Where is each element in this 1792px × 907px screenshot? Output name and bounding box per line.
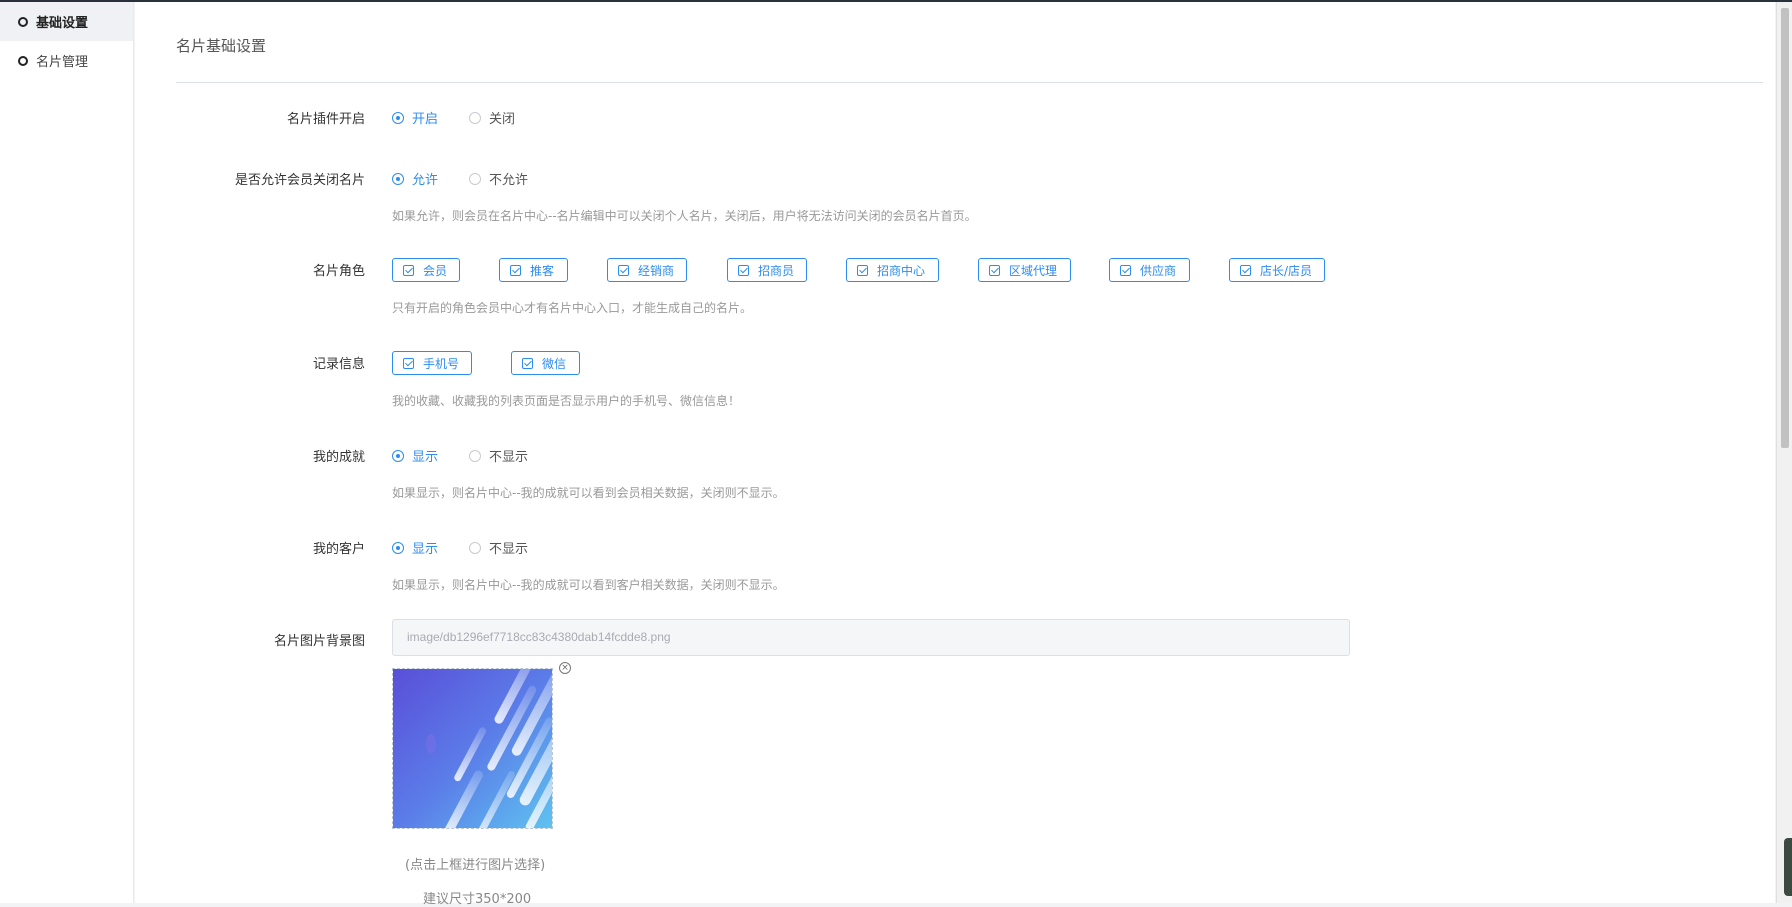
- image-path-input[interactable]: image/db1296ef7718cc83c4380dab14fcdde8.p…: [392, 619, 1350, 656]
- my-achievement-hint: 如果显示，则名片中心--我的成就可以看到会员相关数据，关闭则不显示。: [392, 486, 785, 500]
- checkbox-role-member[interactable]: 会员: [392, 258, 460, 282]
- plugin-enable-label: 名片插件开启: [286, 112, 365, 127]
- radio-circle: [469, 111, 481, 124]
- divider: [176, 82, 1763, 83]
- radio-label: 开启: [412, 112, 439, 127]
- checkbox-icon: [1120, 264, 1131, 276]
- checkbox-icon: [857, 264, 868, 276]
- checkbox-role-recruiter[interactable]: 招商员: [727, 258, 807, 282]
- allow-member-close-hint: 如果允许，则会员在名片中心--名片编辑中可以关闭个人名片，关闭后，用户将无法访问…: [392, 209, 977, 223]
- checkbox-label: 招商中心: [877, 263, 926, 278]
- page-title: 名片基础设置: [176, 37, 267, 55]
- radio-achievement-show[interactable]: 显示: [392, 446, 438, 465]
- checkbox-role-supplier[interactable]: 供应商: [1109, 258, 1190, 282]
- image-thumbnail[interactable]: [392, 668, 553, 829]
- radio-plugin-off[interactable]: 关闭: [469, 108, 515, 127]
- radio-circle: [392, 172, 404, 185]
- sidebar-item-card-management[interactable]: 名片管理: [0, 41, 133, 80]
- checkbox-label: 区域代理: [1009, 263, 1058, 278]
- checkbox-phone[interactable]: 手机号: [392, 351, 472, 375]
- radio-label: 允许: [412, 173, 439, 188]
- radio-label: 关闭: [489, 112, 516, 127]
- checkbox-role-promoter[interactable]: 推客: [499, 258, 568, 282]
- checkbox-label: 店长/店员: [1260, 263, 1313, 278]
- checkbox-role-regional-agent[interactable]: 区域代理: [978, 258, 1071, 282]
- radio-circle: [392, 449, 404, 462]
- radio-circle: [469, 449, 481, 462]
- radio-allow[interactable]: 允许: [392, 169, 438, 188]
- side-tool-widget[interactable]: [1784, 838, 1792, 896]
- checkbox-role-store-staff[interactable]: 店长/店员: [1229, 258, 1325, 282]
- my-customers-label: 我的客户: [312, 542, 365, 557]
- radio-circle: [469, 541, 481, 554]
- my-customers-hint: 如果显示，则名片中心--我的成就可以看到客户相关数据，关闭则不显示。: [392, 578, 785, 592]
- image-select-caption: (点击上框进行图片选择): [405, 858, 546, 873]
- radio-label: 显示: [412, 542, 439, 557]
- vertical-scrollbar[interactable]: [1776, 2, 1792, 903]
- checkbox-role-recruit-center[interactable]: 招商中心: [846, 258, 939, 282]
- checkbox-label: 微信: [542, 356, 567, 371]
- radio-label: 不允许: [489, 173, 529, 188]
- checkbox-wechat[interactable]: 微信: [511, 351, 580, 375]
- radio-circle: [392, 541, 404, 554]
- checkbox-icon: [510, 264, 521, 276]
- checkbox-label: 供应商: [1140, 263, 1177, 278]
- record-info-hint: 我的收藏、收藏我的列表页面是否显示用户的手机号、微信信息！: [392, 394, 741, 408]
- sidebar-item-basic-settings[interactable]: 基础设置: [0, 2, 133, 41]
- radio-plugin-on[interactable]: 开启: [392, 108, 438, 127]
- checkbox-label: 会员: [423, 263, 448, 278]
- checkbox-icon: [403, 264, 414, 276]
- card-roles-label: 名片角色: [312, 264, 365, 279]
- background-image-label: 名片图片背景图: [273, 634, 365, 649]
- checkbox-label: 招商员: [758, 263, 795, 278]
- allow-member-close-label: 是否允许会员关闭名片: [234, 173, 365, 188]
- radio-label: 不显示: [489, 450, 529, 465]
- radio-achievement-hide[interactable]: 不显示: [469, 446, 528, 465]
- checkbox-icon: [618, 264, 629, 276]
- checkbox-label: 推客: [530, 263, 555, 278]
- scrollbar-thumb[interactable]: [1781, 8, 1789, 448]
- checkbox-icon: [522, 357, 533, 369]
- main-panel: 名片基础设置 名片插件开启 开启 关闭 是否允许会员关闭名片 允许 不允许 如果…: [135, 2, 1775, 907]
- checkbox-label: 经销商: [638, 263, 675, 278]
- radio-circle: [469, 172, 481, 185]
- radio-label: 显示: [412, 450, 439, 465]
- radio-disallow[interactable]: 不允许: [469, 169, 528, 188]
- radio-label: 不显示: [489, 542, 529, 557]
- checkbox-role-distributor[interactable]: 经销商: [607, 258, 687, 282]
- checkbox-icon: [738, 264, 749, 276]
- checkbox-label: 手机号: [423, 356, 460, 371]
- checkbox-icon: [989, 264, 1000, 276]
- sidebar-item-label: 基础设置: [36, 16, 89, 31]
- record-info-label: 记录信息: [312, 357, 365, 372]
- checkbox-icon: [1240, 264, 1251, 276]
- background-preview-image: [393, 669, 552, 828]
- checkbox-icon: [403, 357, 414, 369]
- sidebar: 基础设置 名片管理: [0, 2, 134, 903]
- radio-customers-hide[interactable]: 不显示: [469, 538, 528, 557]
- image-size-caption: 建议尺寸350*200: [423, 892, 532, 907]
- my-achievement-label: 我的成就: [312, 450, 365, 465]
- card-roles-hint: 只有开启的角色会员中心才有名片中心入口，才能生成自己的名片。: [392, 301, 753, 315]
- sidebar-item-label: 名片管理: [36, 55, 89, 70]
- radio-circle: [392, 111, 404, 124]
- circle-icon: [18, 16, 28, 27]
- close-icon[interactable]: ×: [559, 662, 571, 674]
- radio-customers-show[interactable]: 显示: [392, 538, 438, 557]
- circle-icon: [18, 55, 28, 66]
